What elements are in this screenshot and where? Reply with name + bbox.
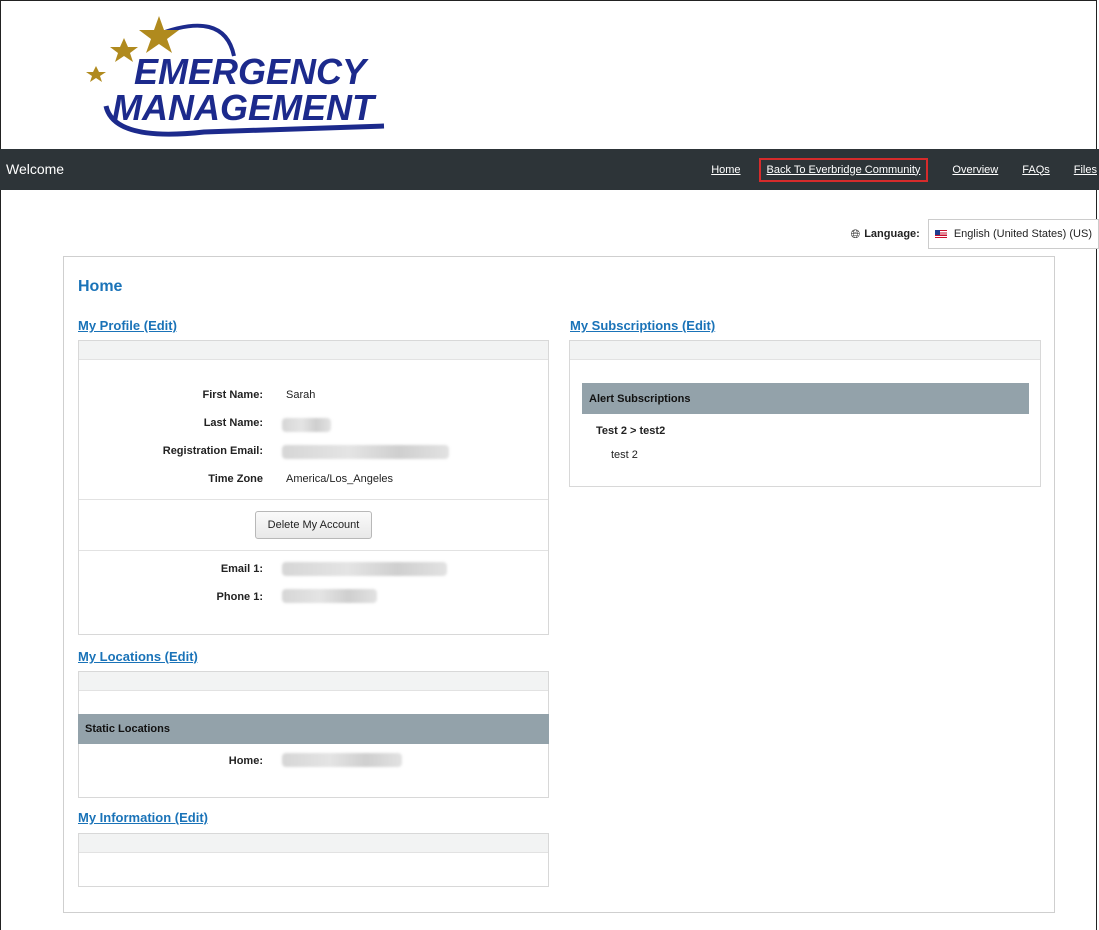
information-box (78, 833, 549, 887)
profile-divider-1 (79, 499, 548, 500)
email-1-label: Email 1: (220, 563, 263, 575)
profile-divider-2 (79, 550, 548, 551)
page-title: Home (78, 278, 123, 295)
delete-account-button[interactable]: Delete My Account (255, 511, 372, 539)
nav-link-faqs[interactable]: FAQs (1022, 164, 1050, 176)
emergency-management-logo: EMERGENCY MANAGEMENT (84, 14, 414, 138)
timezone-label: Time Zone (208, 473, 263, 485)
timezone-value: America/Los_Angeles (286, 473, 394, 485)
nav-link-files[interactable]: Files (1074, 164, 1097, 176)
nav-links: Home Back To Everbridge Community Overvi… (711, 149, 1099, 190)
profile-box-header (79, 341, 548, 360)
registration-email-redacted (282, 445, 449, 459)
home-location-redacted (282, 753, 402, 767)
language-select[interactable]: English (United States) (US) (927, 219, 1099, 249)
language-label: Language: (864, 228, 920, 240)
phone-1-redacted (282, 589, 377, 603)
us-flag-icon (934, 230, 947, 238)
language-selected-value: English (United States) (US) (953, 228, 1092, 240)
subscriptions-box-header (570, 341, 1040, 360)
static-locations-header: Static Locations (78, 714, 549, 744)
email-1-redacted (282, 562, 447, 576)
alert-subscriptions-header: Alert Subscriptions (582, 383, 1029, 414)
information-box-header (79, 834, 548, 853)
top-nav-bar: Welcome Home Back To Everbridge Communit… (0, 149, 1099, 190)
my-subscriptions-edit-link[interactable]: My Subscriptions (Edit) (570, 318, 715, 333)
locations-box-header (79, 672, 548, 691)
logo-line2: MANAGEMENT (112, 87, 377, 128)
globe-icon: 🌐︎ (850, 226, 861, 241)
home-location-label: Home: (228, 755, 263, 767)
logo-line1: EMERGENCY (134, 51, 369, 92)
first-name-label: First Name: (202, 389, 263, 401)
welcome-text: Welcome (6, 161, 65, 177)
nav-link-back-to-community[interactable]: Back To Everbridge Community (758, 157, 929, 182)
my-profile-edit-link[interactable]: My Profile (Edit) (78, 318, 177, 333)
phone-1-label: Phone 1: (216, 591, 263, 603)
last-name-redacted (282, 418, 331, 432)
nav-link-overview[interactable]: Overview (952, 164, 998, 176)
language-row: 🌐︎ Language: English (United States) (US… (851, 219, 1099, 249)
registration-email-label: Registration Email: (162, 445, 263, 457)
my-information-edit-link[interactable]: My Information (Edit) (78, 810, 208, 825)
nav-link-home[interactable]: Home (711, 164, 740, 176)
first-name-value: Sarah (286, 389, 316, 401)
last-name-label: Last Name: (203, 417, 263, 429)
subscription-group: Test 2 > test2 (596, 425, 666, 437)
my-locations-edit-link[interactable]: My Locations (Edit) (78, 649, 198, 664)
subscription-item: test 2 (611, 449, 638, 461)
